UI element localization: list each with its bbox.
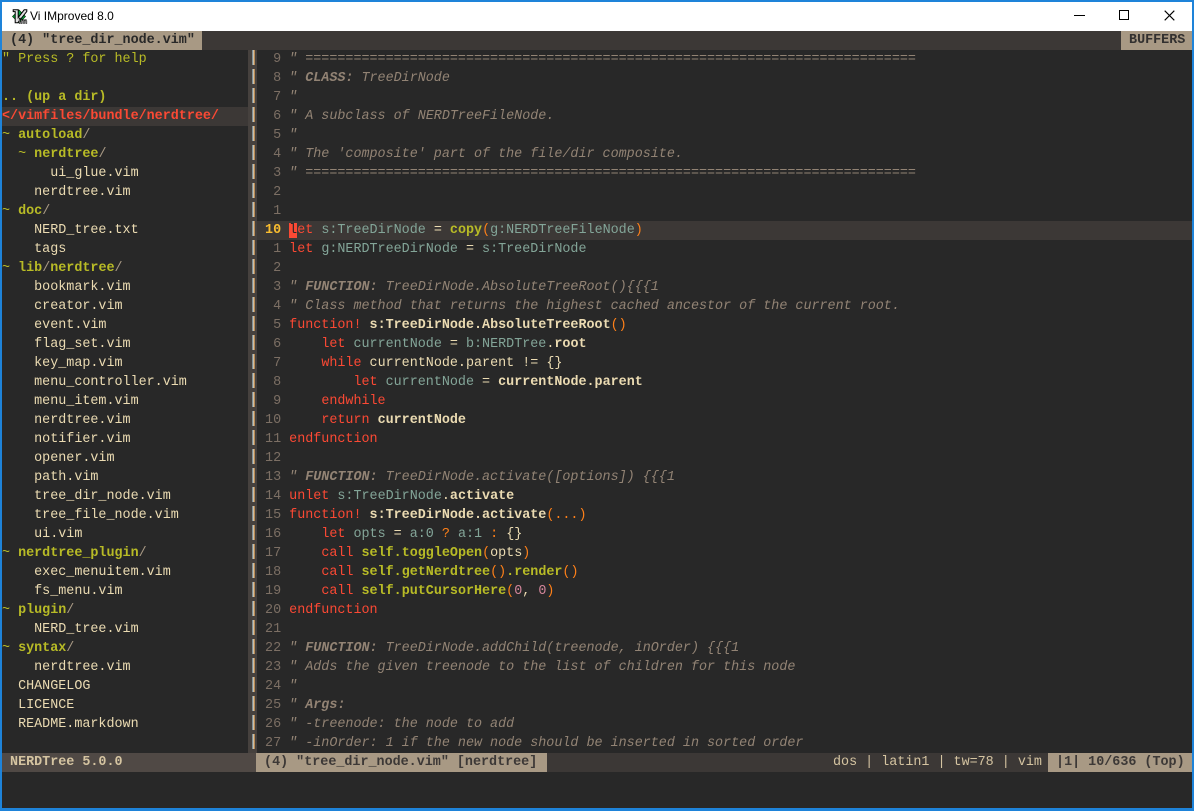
svg-text:im: im bbox=[19, 16, 28, 25]
